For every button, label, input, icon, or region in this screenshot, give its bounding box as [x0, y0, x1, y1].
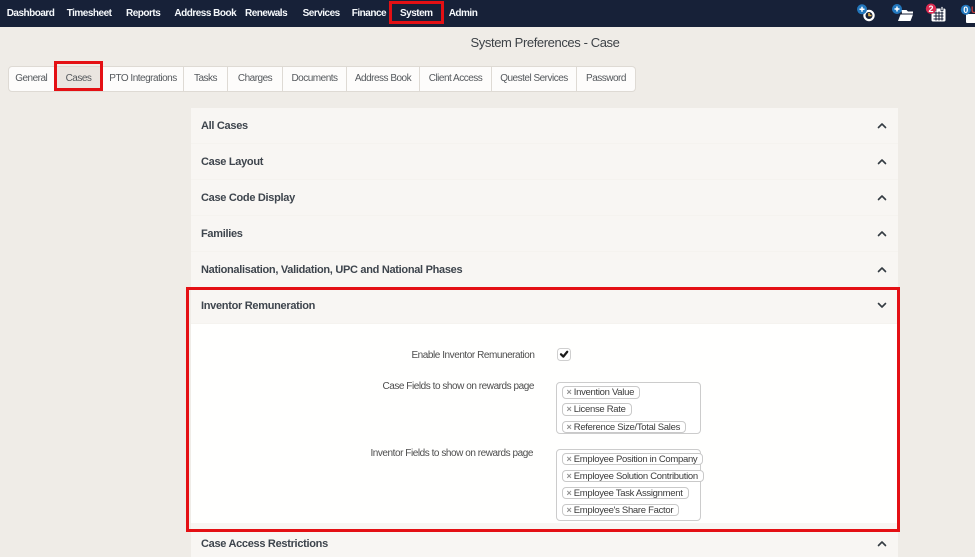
svg-text:0: 0	[963, 5, 968, 15]
svg-text:U: U	[971, 5, 975, 15]
svg-text:2: 2	[928, 4, 933, 14]
